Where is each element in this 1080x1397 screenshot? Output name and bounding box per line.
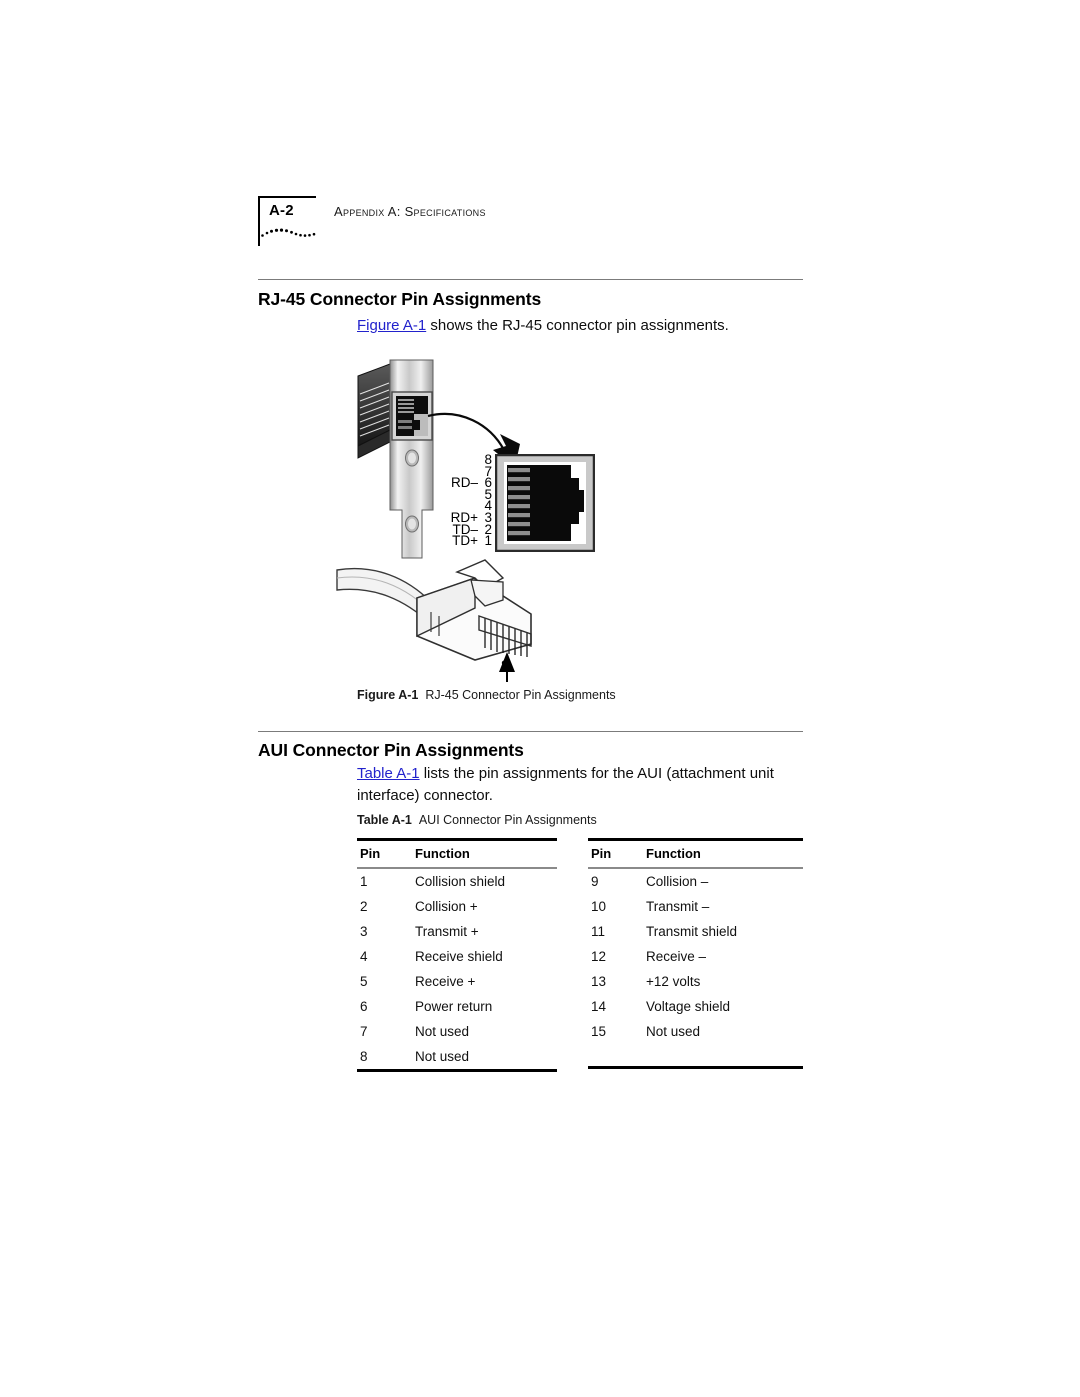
cell-pin: 9 — [591, 873, 599, 889]
running-head: A-2 Appendix A: Specifications — [258, 196, 818, 256]
cell-function: Power return — [415, 998, 493, 1014]
table-row: 3 Transmit + — [357, 919, 557, 944]
xref-figure-a1[interactable]: Figure A-1 — [357, 317, 426, 334]
intro-text-aui: lists the pin assignments for the AUI (a… — [357, 765, 774, 804]
heading-rj45: RJ-45 Connector Pin Assignments — [258, 289, 542, 309]
table-row: 11 Transmit shield — [588, 919, 803, 944]
cell-pin: 12 — [591, 948, 607, 964]
cell-function: Not used — [646, 1023, 701, 1039]
bracket-rj45-jack — [391, 391, 433, 441]
pin-signal: RD– — [450, 475, 478, 491]
aui-table-left: Pin Function 1 Collision shield 2 Collisio… — [357, 838, 557, 1072]
table-row: 2 Collision + — [357, 894, 557, 919]
card-body — [357, 363, 391, 459]
table-header-row: Pin Function — [357, 841, 557, 867]
table-row: 13 +12 volts — [588, 969, 803, 994]
column-header-function: Function — [646, 846, 701, 861]
cell-pin: 6 — [360, 998, 368, 1014]
pin-signal: TD+ — [452, 533, 478, 549]
table-header-row: Pin Function — [588, 841, 803, 867]
figure-caption: Figure A-1 RJ-45 Connector Pin Assignmen… — [357, 688, 616, 702]
table-row: 9 Collision – — [588, 869, 803, 894]
decorative-dot-arc — [261, 228, 316, 237]
running-head-left-rule — [258, 196, 260, 246]
table-bottom-rule — [357, 1068, 557, 1072]
cell-pin: 7 — [360, 1023, 368, 1039]
figure-caption-text: RJ-45 Connector Pin Assignments — [425, 688, 616, 702]
table-title: Table A-1 AUI Connector Pin Assignments — [357, 813, 597, 827]
cell-function: Collision – — [646, 873, 709, 889]
column-header-pin: Pin — [360, 846, 381, 861]
table-row: 1 Collision shield — [357, 869, 557, 894]
cell-function: +12 volts — [646, 973, 701, 989]
table-row: 5 Receive + — [357, 969, 557, 994]
pin-legend-row: TD+ 1 — [444, 533, 492, 549]
cell-pin: 4 — [360, 948, 368, 964]
heading-aui: AUI Connector Pin Assignments — [258, 740, 524, 760]
cell-function: Not used — [415, 1048, 470, 1064]
table-row: 12 Receive – — [588, 944, 803, 969]
cell-pin: 3 — [360, 923, 368, 939]
cell-pin: 1 — [360, 873, 368, 889]
jack-pin-legend: 8 7 RD– 6 5 4 RD+ 3 TD– 2 TD+ 1 — [444, 453, 492, 549]
page-number: A-2 — [269, 202, 294, 219]
pin-number: 1 — [484, 533, 492, 549]
cell-function: Receive + — [415, 973, 476, 989]
cell-function: Receive shield — [415, 948, 503, 964]
document-page: A-2 Appendix A: Specifications RJ-45 Con… — [0, 0, 1080, 1397]
cell-pin: 14 — [591, 998, 607, 1014]
intro-text-rj45: shows the RJ-45 connector pin assignment… — [426, 317, 729, 334]
cell-function: Voltage shield — [646, 998, 731, 1014]
cell-pin: 15 — [591, 1023, 607, 1039]
chapter-title: Appendix A: Specifications — [334, 204, 486, 219]
section-rule-aui — [258, 731, 803, 732]
table-row: 8 Not used — [357, 1044, 557, 1069]
table-body: 1 Collision shield 2 Collision + 3 Transmit… — [357, 869, 557, 1069]
table-row-spacer — [588, 1044, 803, 1066]
table-body: 9 Collision – 10 Transmit – 11 Transmit shi… — [588, 869, 803, 1066]
table-row: 10 Transmit – — [588, 894, 803, 919]
xref-table-a1[interactable]: Table A-1 — [357, 765, 420, 782]
cell-function: Collision + — [415, 898, 478, 914]
table-row: 15 Not used — [588, 1019, 803, 1044]
cell-pin: 8 — [360, 1048, 368, 1064]
plug-pin-callout: 8 — [501, 658, 509, 673]
column-header-pin: Pin — [591, 846, 612, 861]
table-row: 7 Not used — [357, 1019, 557, 1044]
rj45-plug-illustration — [336, 559, 532, 682]
cell-pin: 2 — [360, 898, 368, 914]
section-rule-rj45 — [258, 279, 803, 280]
cell-pin: 13 — [591, 973, 607, 989]
cell-function: Transmit shield — [646, 923, 738, 939]
figure-rj45-connector: 8 7 RD– 6 5 4 RD+ 3 TD– 2 TD+ 1 8 — [336, 358, 640, 688]
rj45-jack-diagram — [495, 454, 595, 552]
cell-pin: 5 — [360, 973, 368, 989]
table-row: 14 Voltage shield — [588, 994, 803, 1019]
aui-table-right: Pin Function 9 Collision – 10 Transmit – 1… — [588, 838, 803, 1069]
metal-bracket — [389, 359, 434, 559]
running-head-top-rule — [258, 196, 316, 198]
cell-pin: 10 — [591, 898, 607, 914]
intro-paragraph-aui: Table A-1 lists the pin assignments for … — [357, 763, 805, 807]
table-title-text: AUI Connector Pin Assignments — [418, 813, 597, 827]
cell-function: Receive – — [646, 948, 707, 964]
cell-function: Transmit + — [415, 923, 479, 939]
column-header-function: Function — [415, 846, 470, 861]
figure-caption-label: Figure A-1 — [357, 688, 419, 702]
table-bottom-rule — [588, 1065, 803, 1069]
intro-paragraph-rj45: Figure A-1 shows the RJ-45 connector pin… — [357, 315, 807, 337]
cell-function: Collision shield — [415, 873, 506, 889]
cell-pin: 11 — [591, 923, 606, 939]
cell-function: Not used — [415, 1023, 470, 1039]
table-row: 6 Power return — [357, 994, 557, 1019]
table-title-label: Table A-1 — [357, 813, 412, 827]
table-row: 4 Receive shield — [357, 944, 557, 969]
cell-function: Transmit – — [646, 898, 710, 914]
